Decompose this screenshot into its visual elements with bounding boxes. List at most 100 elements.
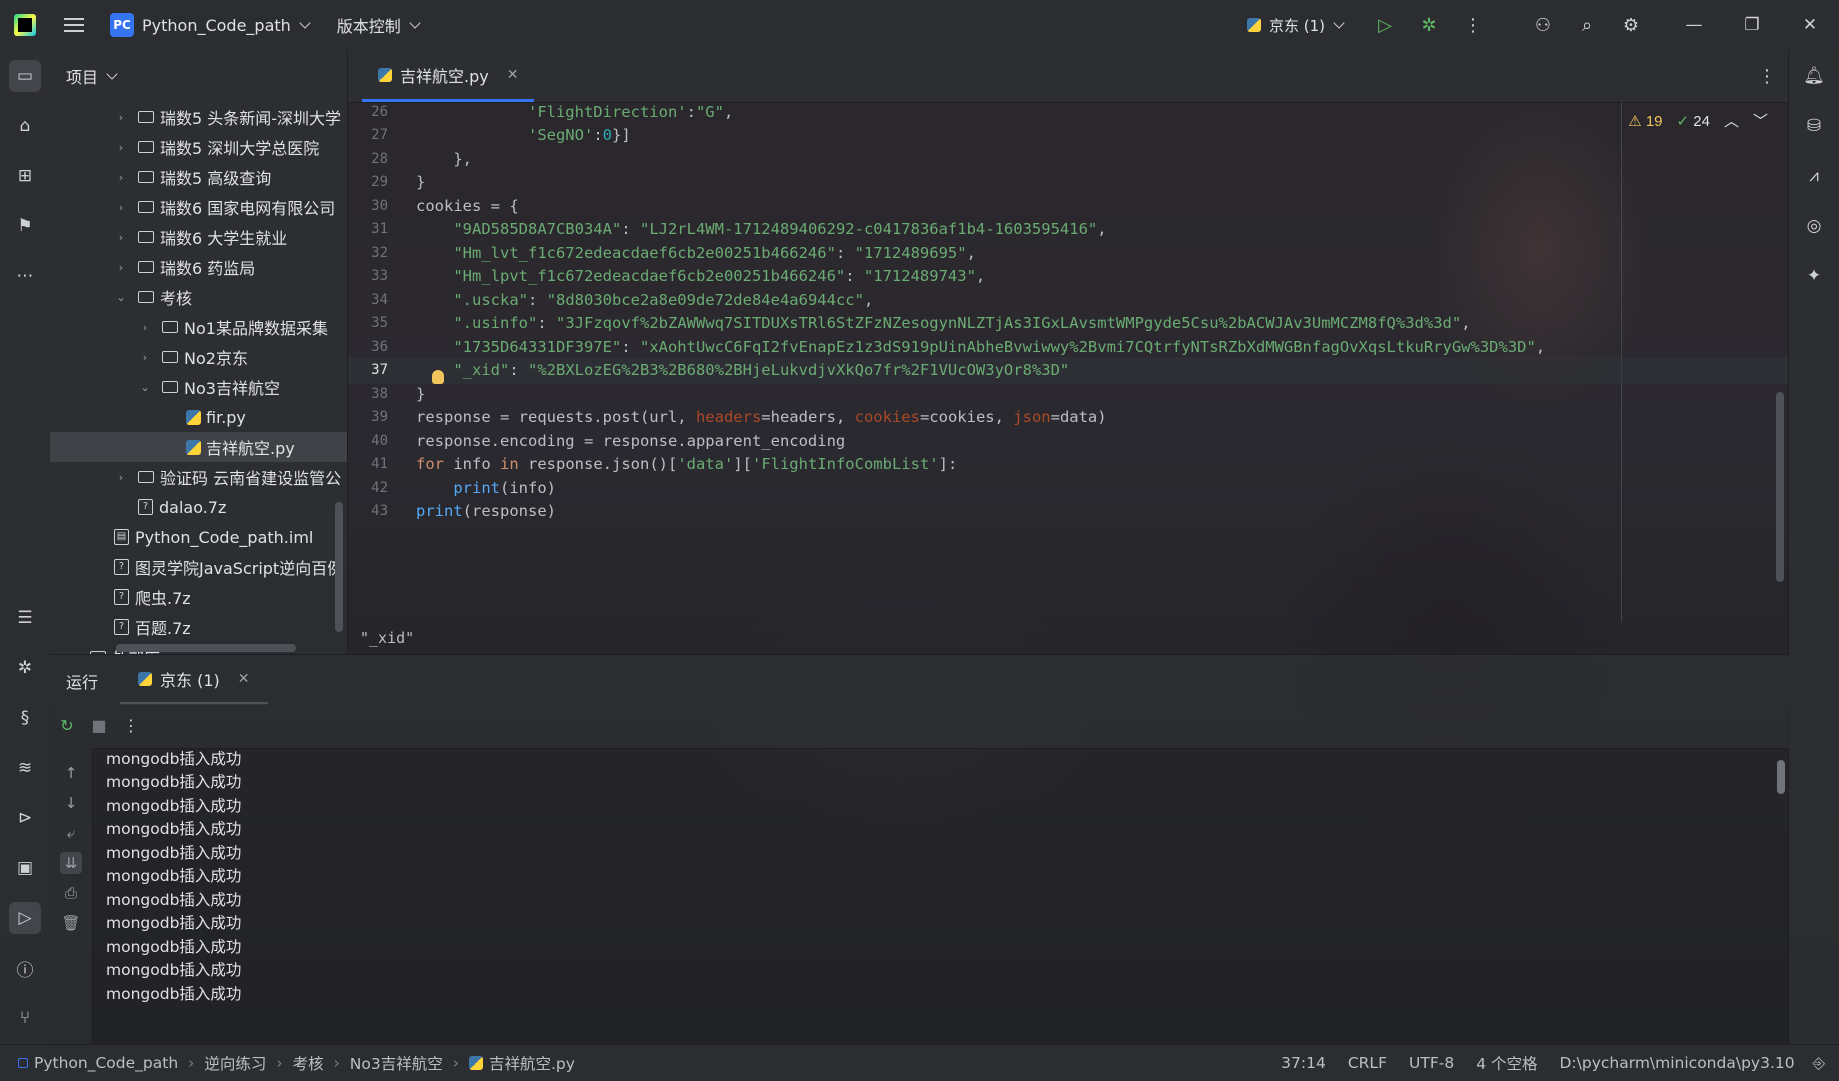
more-icon[interactable]: ⋯ <box>9 260 41 292</box>
tree-item[interactable]: ? 爬虫.7z <box>50 582 347 612</box>
chevron-down-icon[interactable]: ⌄ <box>138 381 152 394</box>
chevron-right-icon[interactable]: › <box>138 321 152 334</box>
code-line[interactable]: 43 print(response) <box>348 498 1788 525</box>
notifications-icon[interactable]: 🔔︎ <box>1798 60 1830 92</box>
lock-icon[interactable]: ⎆ <box>1813 1054 1825 1073</box>
tree-item[interactable]: › No2京东 <box>50 342 347 372</box>
scroll-down-icon[interactable]: ↓ <box>60 792 82 814</box>
close-icon[interactable]: ✕ <box>1781 0 1839 50</box>
run-config-selector[interactable]: 京东 (1) <box>1246 15 1345 36</box>
git-icon[interactable]: ⑂ <box>9 1002 41 1034</box>
tree-item[interactable]: › 瑞数6 国家电网有限公司 <box>50 192 347 222</box>
lightbulb-icon[interactable] <box>432 370 444 384</box>
tree-item[interactable]: ⌄ No3吉祥航空 <box>50 372 347 402</box>
more-icon[interactable]: ⋮ <box>120 714 142 736</box>
debug-icon[interactable]: ✲ <box>9 652 41 684</box>
search-icon[interactable]: ⌕ <box>1565 0 1609 50</box>
scroll-to-end-icon[interactable]: ⇊ <box>60 852 82 874</box>
chevron-right-icon[interactable]: › <box>114 201 128 214</box>
scroll-up-icon[interactable]: ↑ <box>60 762 82 784</box>
tree-item[interactable]: 吉祥航空.py <box>50 432 347 462</box>
chevron-down-icon[interactable]: ﹀ <box>1753 110 1768 131</box>
layers-icon[interactable]: ≋ <box>9 752 41 784</box>
status-breadcrumb-item[interactable]: Python_Code_path <box>34 1054 178 1072</box>
trash-icon[interactable]: 🗑︎ <box>60 912 82 934</box>
print-icon[interactable]: ⎙ <box>60 882 82 904</box>
tree-item[interactable]: fir.py <box>50 402 347 432</box>
chevron-right-icon[interactable]: › <box>114 231 128 244</box>
tree-item[interactable]: ? 百题.7z <box>50 612 347 642</box>
more-actions-icon[interactable]: ⋮ <box>1451 0 1495 50</box>
inspection-widget[interactable]: ⚠ 19 ✓ 24 ︿ ﹀ <box>1628 110 1768 131</box>
database-icon[interactable]: ⛁ <box>1798 110 1830 142</box>
tree-item[interactable]: › 瑞数6 大学生就业 <box>50 222 347 252</box>
chevron-down-icon[interactable] <box>106 67 118 80</box>
minimize-icon[interactable]: — <box>1665 0 1723 50</box>
close-tab-icon[interactable]: ✕ <box>507 67 519 83</box>
folder-icon[interactable]: ▭ <box>9 60 41 92</box>
tree-item[interactable]: ▤ Python_Code_path.iml <box>50 522 347 552</box>
run-icon[interactable]: ▷ <box>9 902 41 934</box>
settings-gear-icon[interactable]: ⚙ <box>1609 0 1653 50</box>
editor-scrollbar[interactable] <box>1776 392 1784 582</box>
structure-icon[interactable]: ⊞ <box>9 160 41 192</box>
endpoints-icon[interactable]: ◎ <box>1798 210 1830 242</box>
run-icon[interactable]: ▷ <box>1363 0 1407 50</box>
chevron-right-icon[interactable]: › <box>114 111 128 124</box>
close-tab-icon[interactable]: ✕ <box>238 671 250 687</box>
console-scrollbar[interactable] <box>1777 760 1785 794</box>
more-options-icon[interactable]: ⋮ <box>1758 66 1776 87</box>
horizontal-scrollbar[interactable] <box>116 644 296 652</box>
file-encoding[interactable]: UTF-8 <box>1409 1054 1454 1072</box>
status-breadcrumb-item[interactable]: 考核 <box>293 1052 324 1074</box>
project-badge[interactable]: PC <box>110 13 134 37</box>
chevron-right-icon[interactable]: › <box>114 171 128 184</box>
learn-icon[interactable]: ⌂ <box>9 110 41 142</box>
add-user-icon[interactable]: ⚇ <box>1521 0 1565 50</box>
soft-wrap-icon[interactable]: ⤶ <box>60 822 82 844</box>
chevron-down-icon[interactable] <box>299 16 311 29</box>
sciview-icon[interactable]: ⩘ <box>1798 160 1830 192</box>
chevron-up-icon[interactable]: ︿ <box>1724 110 1739 131</box>
status-breadcrumb-item[interactable]: 逆向练习 <box>204 1052 266 1074</box>
chevron-right-icon[interactable]: › <box>114 471 128 484</box>
services-icon[interactable]: ⊳ <box>9 802 41 834</box>
ai-assistant-icon[interactable]: ✦ <box>1798 260 1830 292</box>
terminal-icon[interactable]: ▣ <box>9 852 41 884</box>
editor-breadcrumb[interactable]: "_xid" <box>348 622 1788 654</box>
run-console[interactable]: mongodb插入成功 mongodb插入成功 mongodb插入成功 mongodb… <box>92 748 1789 1044</box>
status-breadcrumb-item[interactable]: No3吉祥航空 <box>350 1052 443 1074</box>
chevron-right-icon[interactable]: › <box>138 351 152 364</box>
tree-item[interactable]: › 瑞数6 药监局 <box>50 252 347 282</box>
tree-item[interactable]: ⌄ 考核 <box>50 282 347 312</box>
chevron-down-icon[interactable]: ⌄ <box>114 291 128 304</box>
python-console-icon[interactable]: § <box>9 702 41 734</box>
cursor-position[interactable]: 37:14 <box>1281 1054 1326 1072</box>
code-editor[interactable]: 26 'FlightDirection':"G", 27 'SegNO':0}] 2… <box>348 102 1788 622</box>
main-menu-icon[interactable] <box>64 18 84 32</box>
bookmark-icon[interactable]: ⚑ <box>9 210 41 242</box>
stop-icon[interactable]: ■ <box>88 714 110 736</box>
status-breadcrumb-item[interactable]: 吉祥航空.py <box>489 1052 575 1074</box>
interpreter[interactable]: D:\pycharm\miniconda\py3.10 <box>1559 1054 1794 1072</box>
tree-item[interactable]: › 瑞数5 头条新闻-深圳大学 <box>50 102 347 132</box>
chevron-right-icon[interactable]: › <box>114 261 128 274</box>
todo-icon[interactable]: ☰ <box>9 602 41 634</box>
tree-item[interactable]: › 瑞数5 高级查询 <box>50 162 347 192</box>
project-panel-header[interactable]: 项目 <box>50 50 347 102</box>
vcs-menu[interactable]: 版本控制 <box>337 13 401 37</box>
debug-icon[interactable]: ✲ <box>1407 0 1451 50</box>
line-separator[interactable]: CRLF <box>1348 1054 1387 1072</box>
tree-item[interactable]: ? dalao.7z <box>50 492 347 522</box>
problems-icon[interactable]: ⓘ <box>9 952 41 984</box>
chevron-right-icon[interactable]: › <box>114 141 128 154</box>
tree-item[interactable]: › 瑞数5 深圳大学总医院 <box>50 132 347 162</box>
run-tab[interactable]: 京东 (1) ✕ <box>120 655 268 705</box>
tree-item[interactable]: › 验证码 云南省建设监管公 <box>50 462 347 492</box>
chevron-down-icon[interactable] <box>409 16 421 29</box>
restore-icon[interactable]: ❐ <box>1723 0 1781 50</box>
tree-item[interactable]: › No1某品牌数据采集 <box>50 312 347 342</box>
editor-tab[interactable]: 吉祥航空.py ✕ <box>362 50 535 102</box>
tree-item[interactable]: ? 图灵学院JavaScript逆向百例 <box>50 552 347 582</box>
breadcrumb-item[interactable]: "_xid" <box>360 629 414 647</box>
